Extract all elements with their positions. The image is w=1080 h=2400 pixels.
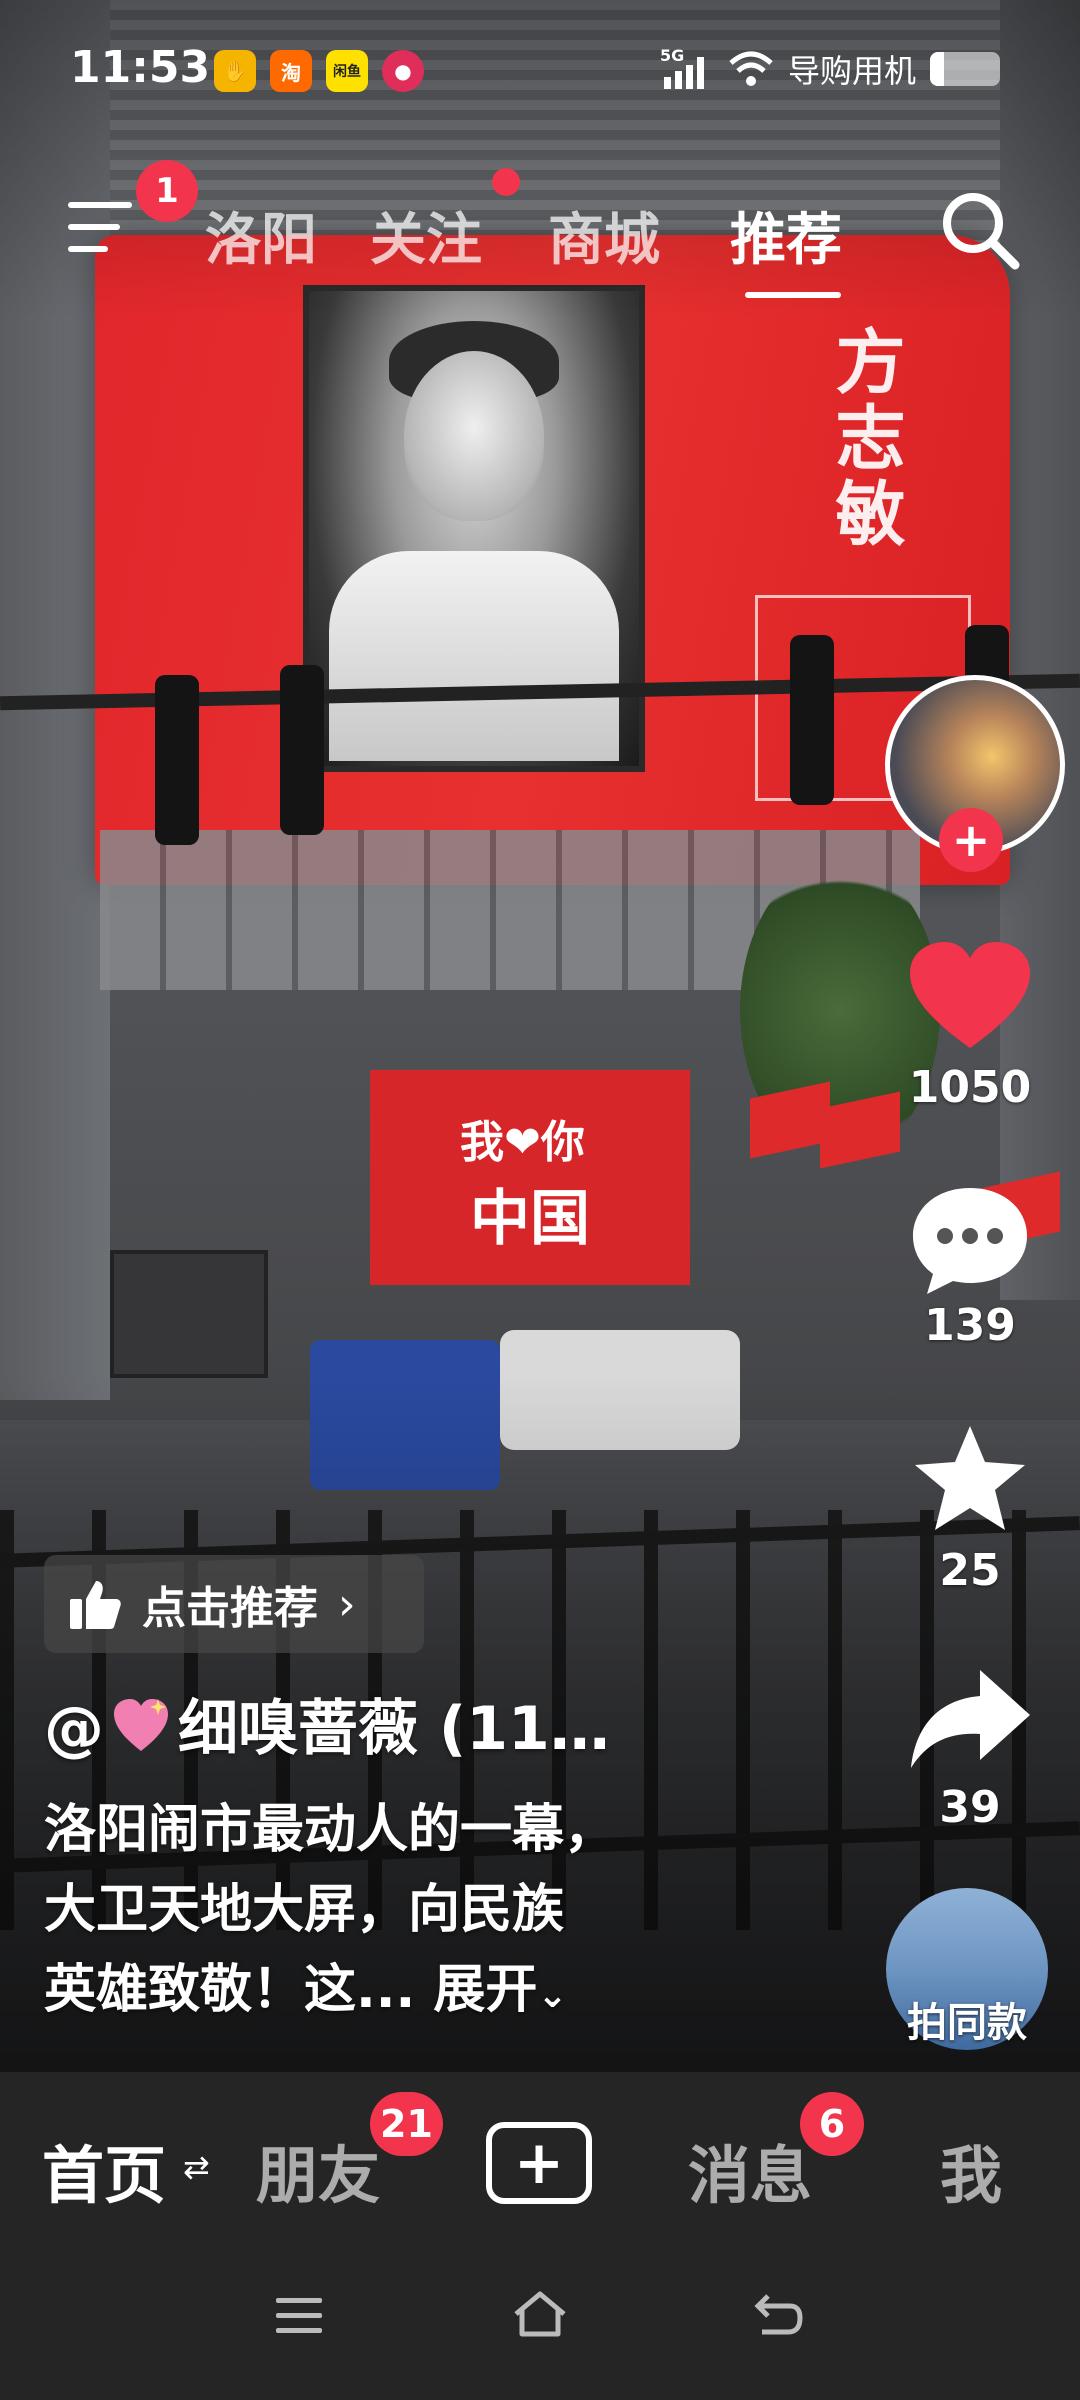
active-tab-indicator — [745, 292, 841, 298]
video-caption[interactable]: 洛阳闹市最动人的一幕， 大卫天地大屏，向民族 英雄致敬！这... 展开⌄ — [44, 1790, 724, 2036]
friends-badge: 21 — [370, 2092, 443, 2156]
recommend-button[interactable]: 点击推荐 › — [44, 1555, 424, 1653]
tab-following[interactable]: 关注 — [370, 195, 482, 276]
sparkling-heart-icon — [114, 1699, 168, 1751]
follow-button[interactable]: + — [939, 808, 1003, 872]
search-icon[interactable] — [935, 185, 1025, 275]
favorite-count: 25 — [939, 1545, 1001, 1596]
back-icon[interactable] — [752, 2290, 804, 2340]
create-post-button[interactable]: + — [486, 2122, 592, 2204]
shopping-app-icon: 闲鱼 — [326, 50, 368, 92]
share-count: 39 — [939, 1782, 1001, 1833]
favorite-star-icon[interactable] — [905, 1420, 1035, 1540]
plus-icon: + — [513, 2128, 565, 2198]
following-unread-dot — [492, 168, 520, 196]
nav-home[interactable]: 首页 — [42, 2125, 166, 2215]
taobao-icon: 淘 — [270, 50, 312, 92]
tab-recommended[interactable]: 推荐 — [730, 195, 842, 276]
messages-badge: 6 — [800, 2092, 864, 2156]
system-nav-bar — [0, 2252, 1080, 2400]
billboard-screen: 方志敏 — [95, 235, 1010, 885]
thumbs-up-icon — [70, 1581, 121, 1629]
caption-line: 洛阳闹市最动人的一幕， — [44, 1800, 617, 1860]
hand-app-icon: ✋ — [214, 50, 256, 92]
author-name[interactable]: @ 细嗅蔷薇 (11… — [44, 1680, 610, 1767]
shop-front — [110, 1250, 268, 1378]
recommend-label: 点击推荐 — [142, 1583, 318, 1634]
share-arrow-icon[interactable] — [905, 1660, 1035, 1780]
chevron-right-icon: › — [338, 1578, 356, 1630]
cellular-signal-icon: 5G — [660, 47, 704, 89]
expand-caption-button[interactable]: 展开⌄ — [433, 1960, 567, 2020]
nav-friends[interactable]: 朋友 — [256, 2125, 380, 2215]
nav-me[interactable]: 我 — [940, 2125, 1002, 2215]
caption-line: 大卫天地大屏，向民族 — [44, 1880, 565, 1940]
status-time: 11:53 — [70, 42, 211, 93]
tab-luoyang[interactable]: 洛阳 — [205, 195, 317, 276]
author-name-text: 细嗅蔷薇 (11… — [178, 1694, 610, 1764]
traffic-light — [280, 665, 324, 835]
like-heart-icon[interactable] — [905, 938, 1035, 1058]
tab-mall[interactable]: 商城 — [548, 195, 660, 276]
love-china-sign: 我❤你 中国 — [370, 1070, 690, 1285]
nav-messages[interactable]: 消息 — [688, 2125, 812, 2215]
menu-icon[interactable] — [68, 200, 132, 256]
battery-icon — [930, 52, 1000, 86]
swap-icon: ⇄ — [183, 2148, 210, 2186]
menu-badge: 1 — [136, 160, 198, 222]
pinduoduo-icon: ● — [382, 50, 424, 92]
billboard-title: 方志敏 — [824, 325, 906, 553]
like-count: 1050 — [908, 1062, 1032, 1113]
caption-line: 英雄致敬！这... — [44, 1960, 416, 2020]
traffic-light — [155, 675, 199, 845]
comment-count: 139 — [924, 1300, 1016, 1351]
recent-apps-icon[interactable] — [274, 2294, 324, 2338]
svg-text:5G: 5G — [660, 47, 684, 65]
home-icon[interactable] — [510, 2288, 570, 2340]
traffic-light — [790, 635, 834, 805]
comment-icon[interactable] — [905, 1180, 1035, 1300]
device-mode-label: 导购用机 — [787, 52, 916, 90]
remix-label[interactable]: 拍同款 — [870, 1990, 1064, 2048]
status-bar: 11:53 ✋ 淘 闲鱼 ● 5G 导购用机 — [0, 0, 1080, 140]
chevron-down-icon: ⌄ — [537, 1975, 568, 2016]
wifi-icon — [729, 51, 773, 86]
